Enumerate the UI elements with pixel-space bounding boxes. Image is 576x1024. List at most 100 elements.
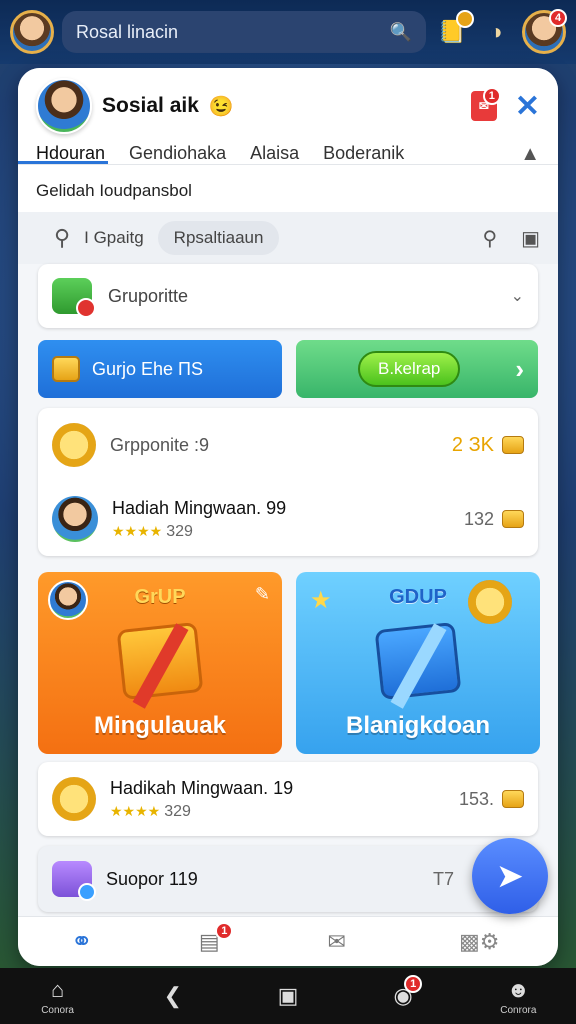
nav-profile[interactable]: ☻ Conrora [483, 977, 553, 1016]
list-item-title: Hadiah Mingwaan. 99 [112, 497, 287, 518]
support-icon [52, 861, 96, 901]
star-rating: ★★★★ 329 [110, 803, 293, 821]
close-icon[interactable]: ✕ [515, 89, 540, 124]
filter-label[interactable]: I Gpaitg [84, 228, 144, 248]
tab-bar: Hdouran Gendiohaka Alaisa Boderanik ▲ [36, 140, 540, 176]
share-fab-button[interactable]: ➤ [472, 838, 548, 914]
list-item-amount: 153. [458, 788, 494, 809]
top-bar: Rosal linacin 🔍 📒 ◑ 4 [0, 0, 576, 64]
list-item-text: Hadiah Mingwaan. 99 ★★★★ 329 [112, 498, 286, 541]
home-icon[interactable]: ⚭ [62, 926, 102, 958]
reward-list: Grpponite :9 2 ЗK Hadiah Mingwaan. 99 ★★… [38, 408, 538, 556]
list-item-amount: 132 [463, 508, 494, 529]
filter-toolbar: ⚲ I Gpaitg Rpsaltiaaun ⚲ ▣ [18, 212, 558, 264]
coin-box-icon [52, 356, 80, 382]
inbox-badge: 1 [482, 87, 501, 105]
group-button[interactable]: Gurjo Ehe ПS [38, 340, 282, 398]
weekly-reward-item[interactable]: Hadikah Mingwaan. 19 ★★★★ 329 153. [38, 762, 538, 836]
gift-box-icon [116, 622, 204, 700]
coin-icon [502, 510, 524, 528]
settings-icon[interactable]: ▩⚙ [444, 926, 514, 958]
rating-count: 329 [166, 522, 193, 540]
tab-hdouran[interactable]: Hdouran [36, 143, 105, 176]
nav-recents[interactable]: ▣ [253, 983, 323, 1009]
camera-icon[interactable]: ▣ [521, 226, 540, 251]
group-selector[interactable]: Gruporitte ⌄ [38, 264, 538, 328]
support-item[interactable]: Suopor 119 T7 [38, 846, 538, 912]
gift-icon [52, 278, 96, 318]
coin-icon [52, 777, 96, 821]
active-tab-indicator [18, 161, 108, 164]
social-panel: Sosial aik 😉 ✉ 1 ✕ Hdouran Gendiohaka Ala… [18, 68, 558, 966]
search-icon[interactable]: ⚲ [54, 225, 70, 251]
list-item-title: Grpponite :9 [110, 434, 210, 455]
tab-gendiohaka[interactable]: Gendiohaka [129, 143, 226, 176]
notebook-badge [456, 10, 474, 28]
shield-icon[interactable]: ◑ [478, 14, 514, 50]
tile-top-label: GDUP [389, 586, 447, 608]
tab-alaisa[interactable]: Alaisa [250, 143, 299, 176]
search-icon[interactable]: 🔍 [390, 22, 412, 43]
group-tile-orange[interactable]: ✎ GrUP Mingulauak [38, 572, 282, 754]
top-search-text: Rosal linacin [76, 21, 179, 42]
group-selector-label: Gruporitte [108, 285, 189, 306]
stars-icon: ★★★★ [110, 802, 161, 819]
page-title: Sosial aik [102, 94, 199, 117]
nav-back[interactable]: ❮ [138, 983, 208, 1009]
coin-icon [502, 790, 524, 808]
nav-badge: 1 [215, 921, 234, 940]
group-button-label: Gurjo Ehe ПS [92, 358, 203, 379]
join-button[interactable]: B.kelrap › [296, 340, 538, 398]
list-item-text: Grpponite :9 [110, 435, 209, 456]
wink-emoji-icon: 😉 [208, 95, 234, 118]
player-avatar[interactable] [10, 10, 54, 54]
filter-icon[interactable]: ▲ [520, 143, 540, 176]
star-rating: ★★★★ 329 [112, 523, 286, 541]
back-icon: ❮ [163, 983, 182, 1008]
gift-box-icon [374, 622, 462, 700]
nav-home[interactable]: ⌂ Conora [23, 977, 93, 1016]
system-nav-bar: ⌂ Conora ❮ ▣ ◉ 1 ☻ Conrora [0, 968, 576, 1024]
support-value: T7 [432, 868, 454, 889]
app-avatar [36, 78, 92, 134]
home-icon: ⌂ [50, 976, 65, 1002]
friend-avatar[interactable]: 4 [522, 9, 567, 54]
square-icon: ▣ [277, 983, 299, 1008]
games-badge: 1 [404, 975, 423, 993]
nav-games[interactable]: ◉ 1 [368, 975, 438, 1009]
top-search-bar[interactable]: Rosal linacin 🔍 [62, 11, 426, 53]
chevron-right-icon[interactable]: › [515, 354, 524, 385]
nav-home-label: Conora [41, 1004, 74, 1016]
list-item-title: Hadikah Mingwaan. 19 [110, 777, 294, 798]
list-item[interactable]: Hadikah Mingwaan. 19 ★★★★ 329 153. [38, 762, 538, 836]
group-tile-blue[interactable]: ★ GDUP Blanigkdoan [296, 572, 540, 754]
tile-bottom-label: Mingulauak [93, 712, 226, 739]
filter-pill[interactable]: Rpsaltiaaun [157, 221, 280, 255]
toolbar-right: ⚲ ▣ [482, 226, 540, 251]
title-row: Sosial aik 😉 ✉ 1 ✕ [36, 78, 540, 134]
stars-icon: ★★★★ [112, 522, 163, 539]
rating-count: 329 [164, 802, 191, 820]
coin-icon [502, 436, 524, 454]
list-item[interactable]: Grpponite :9 2 ЗK [38, 408, 538, 482]
tab-boderanik[interactable]: Boderanik [323, 143, 404, 176]
list-item-text: Hadikah Mingwaan. 19 ★★★★ 329 [110, 778, 293, 821]
user-avatar [52, 496, 98, 542]
panel-header: Sosial aik 😉 ✉ 1 ✕ Hdouran Gendiohaka Ala… [18, 68, 558, 165]
list-item-value: 132 [464, 509, 524, 530]
list-item-amount: 2 ЗK [451, 433, 494, 456]
header-actions: ✉ 1 ✕ [470, 87, 540, 124]
panel-bottom-nav: ⚭ ▤ 1 ✉ ▩⚙ [18, 916, 558, 966]
join-button-label[interactable]: B.kelrap [358, 351, 461, 387]
search-icon[interactable]: ⚲ [482, 226, 497, 251]
inbox-tray-icon[interactable]: ▤ 1 [189, 921, 234, 958]
notebook-icon[interactable]: 📒 [434, 10, 474, 50]
chevron-down-icon[interactable]: ⌄ [511, 286, 524, 306]
inbox-icon[interactable]: ✉ 1 [470, 87, 501, 121]
list-item-value: 153. [459, 789, 524, 810]
tile-top-label: GrUP [134, 586, 186, 608]
user-icon: ☻ [506, 976, 530, 1002]
list-item[interactable]: Suopor 119 T7 [38, 842, 538, 916]
chat-icon[interactable]: ✉ [317, 926, 357, 958]
list-item[interactable]: Hadiah Mingwaan. 99 ★★★★ 329 132 [38, 482, 538, 556]
